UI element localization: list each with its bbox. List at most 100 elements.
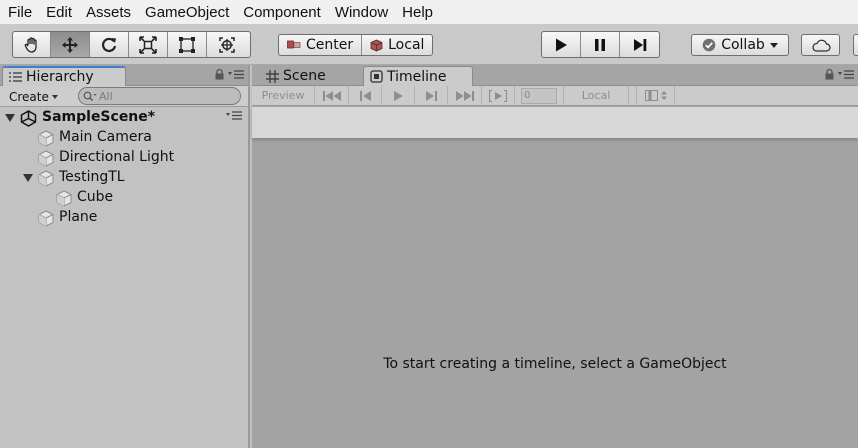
play-range-button[interactable] (482, 85, 515, 106)
scene-grid-icon (266, 69, 279, 83)
pivot-center-icon (287, 40, 301, 49)
step-forward-icon (633, 38, 646, 51)
menu-gameobject[interactable]: GameObject (138, 4, 236, 21)
preview-button[interactable]: Preview (252, 85, 315, 106)
rect-tool-button[interactable] (168, 32, 207, 57)
timeline-toolbar: Preview 0 Local (252, 85, 858, 106)
menu-edit[interactable]: Edit (39, 4, 79, 21)
pause-icon (595, 38, 605, 51)
next-frame-icon (425, 90, 437, 101)
gameobject-cube-icon (38, 150, 54, 167)
panel-menu-icon[interactable] (838, 70, 854, 79)
hierarchy-item-testingtl[interactable]: TestingTL (0, 168, 248, 188)
cloud-icon (811, 39, 831, 52)
next-frame-button[interactable] (415, 85, 448, 106)
hierarchy-item-directional-light[interactable]: Directional Light (0, 148, 248, 168)
hierarchy-item-label: Directional Light (59, 149, 175, 165)
view-options-icon (644, 90, 658, 101)
scene-menu-icon[interactable] (226, 111, 242, 120)
tab-hierarchy-label: Hierarchy (26, 69, 94, 85)
tab-timeline-label: Timeline (387, 68, 447, 85)
menu-bar: File Edit Assets GameObject Component Wi… (0, 0, 858, 24)
search-input[interactable] (99, 89, 229, 103)
expand-arrow-icon[interactable] (5, 113, 15, 123)
collab-button[interactable]: Collab (691, 34, 789, 56)
collab-label: Collab (721, 37, 765, 53)
list-icon (9, 72, 22, 82)
panel-menu-icon[interactable] (228, 70, 244, 79)
goto-start-button[interactable] (315, 85, 349, 106)
tab-hierarchy[interactable]: Hierarchy (2, 66, 126, 86)
dropdown-arrow-icon (51, 94, 58, 99)
frame-field[interactable]: 0 (521, 87, 557, 104)
play-icon (393, 90, 403, 101)
timeline-panel: Scene Timeline Preview 0 Local To start … (252, 65, 858, 448)
hierarchy-search[interactable] (78, 87, 241, 105)
goto-end-button[interactable] (448, 85, 482, 106)
previous-frame-button[interactable] (349, 85, 382, 106)
hierarchy-item-label: Main Camera (59, 129, 152, 145)
step-button[interactable] (620, 32, 659, 57)
menu-help[interactable]: Help (395, 4, 440, 21)
play-controls (541, 31, 660, 58)
local-time-button[interactable]: Local (563, 85, 629, 106)
timeline-header-area (252, 107, 858, 138)
local-time-label: Local (581, 89, 611, 102)
gameobject-cube-icon (38, 170, 54, 187)
hierarchy-item-plane[interactable]: Plane (0, 208, 248, 228)
hierarchy-item-main-camera[interactable]: Main Camera (0, 128, 248, 148)
account-button[interactable] (853, 34, 858, 56)
timeline-play-button[interactable] (382, 85, 415, 106)
unity-logo-icon (20, 110, 37, 127)
pivot-local-button[interactable]: Local (362, 35, 432, 55)
pivot-local-label: Local (388, 37, 425, 53)
rotate-icon (102, 37, 117, 52)
pause-button[interactable] (581, 32, 620, 57)
scene-root[interactable]: SampleScene* (0, 108, 248, 128)
hand-tool-button[interactable] (13, 32, 51, 57)
hierarchy-item-label: Cube (77, 189, 114, 205)
transform-tool-button[interactable] (207, 32, 246, 57)
menu-window[interactable]: Window (328, 4, 395, 21)
expand-arrow-icon[interactable] (23, 173, 33, 183)
tab-scene-label: Scene (283, 68, 326, 84)
play-button[interactable] (542, 32, 581, 57)
frame-value: 0 (524, 89, 531, 101)
menu-component[interactable]: Component (236, 4, 328, 21)
hierarchy-panel: Hierarchy Create All SampleScene* Main C… (0, 65, 250, 448)
local-space-icon (370, 39, 383, 51)
timeline-icon (370, 70, 383, 83)
tab-scene[interactable]: Scene (260, 66, 360, 86)
create-dropdown[interactable]: Create (6, 88, 61, 105)
dropdown-arrow-icon (769, 42, 778, 48)
hierarchy-tab-bar: Hierarchy (0, 65, 248, 86)
pivot-controls: Center Local (278, 34, 434, 56)
lock-icon[interactable] (215, 69, 224, 80)
lock-icon[interactable] (825, 69, 834, 80)
hierarchy-toolbar: Create (0, 86, 248, 107)
preview-label: Preview (261, 89, 305, 102)
pivot-center-button[interactable]: Center (279, 35, 363, 55)
menu-file[interactable]: File (0, 4, 39, 21)
tab-timeline[interactable]: Timeline (363, 66, 473, 86)
timeline-panel-controls (825, 69, 854, 80)
hand-icon (24, 36, 37, 53)
view-options-dropdown[interactable] (636, 85, 675, 106)
transform-icon (218, 36, 235, 53)
timeline-tab-bar: Scene Timeline (252, 65, 858, 86)
pivot-center-label: Center (306, 37, 354, 53)
hierarchy-item-cube[interactable]: Cube (0, 188, 248, 208)
move-arrows-icon (62, 36, 78, 53)
collab-check-icon (702, 38, 716, 52)
transform-tools (12, 31, 251, 58)
hierarchy-panel-controls (215, 69, 244, 80)
play-range-icon (489, 89, 507, 102)
move-tool-button[interactable] (51, 32, 90, 57)
menu-assets[interactable]: Assets (79, 4, 138, 21)
rect-transform-icon (179, 36, 195, 53)
cloud-button[interactable] (801, 34, 840, 56)
up-down-arrow-icon (660, 91, 667, 100)
rotate-tool-button[interactable] (90, 32, 129, 57)
hierarchy-item-label: Plane (59, 209, 98, 225)
scale-tool-button[interactable] (129, 32, 168, 57)
